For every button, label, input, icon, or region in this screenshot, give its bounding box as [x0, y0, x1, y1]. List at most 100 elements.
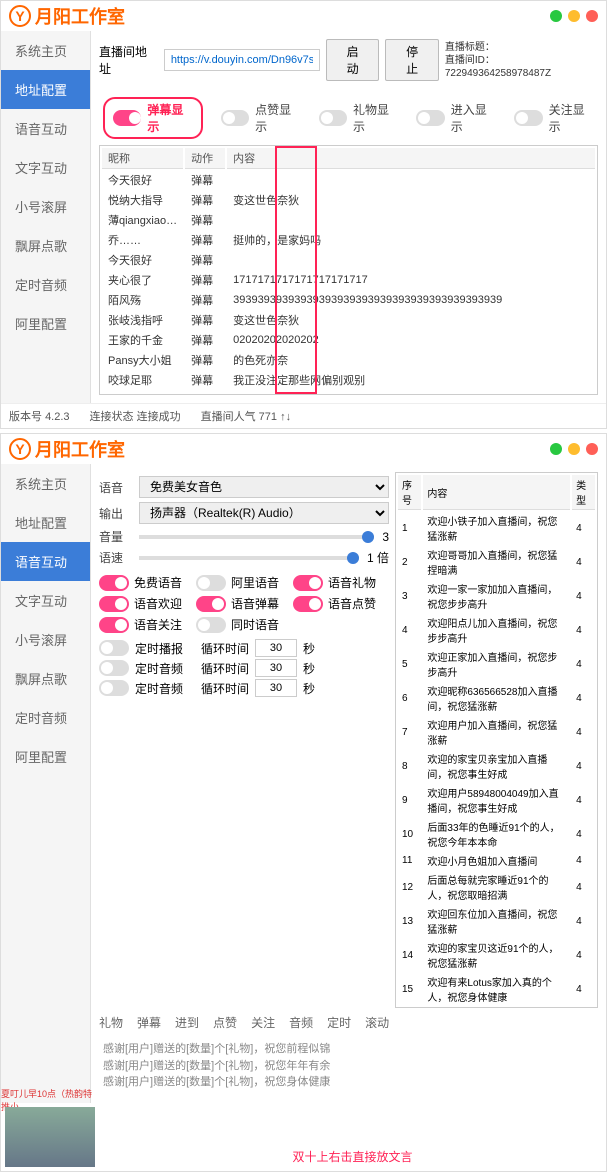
toggle-icon[interactable] — [99, 640, 129, 656]
window-danmu: Y 月阳工作室 系统主页地址配置语音互动文字互动小号滚屏飘屏点歌定时音频阿里配置… — [0, 0, 607, 429]
sub-tab[interactable]: 滚动 — [365, 1014, 389, 1031]
toggle-icon[interactable] — [416, 110, 444, 126]
sidebar-item[interactable]: 文字互动 — [1, 148, 90, 187]
list-item[interactable]: 10后面33年的色睡近91个的人，祝您今年本本命4 — [398, 818, 595, 850]
minimize-icon[interactable] — [550, 443, 562, 455]
voice-option[interactable]: 语音关注 — [99, 616, 182, 633]
status-bar: 版本号 4.2.3 连接状态 连接成功 直播间人气 771 ↑↓ — [1, 403, 606, 428]
list-item[interactable]: 11欢迎小月色姐加入直播间4 — [398, 852, 595, 869]
voice-select[interactable]: 免费美女音色 — [139, 476, 389, 498]
toggle-icon[interactable] — [99, 680, 129, 696]
sidebar-item[interactable]: 系统主页 — [1, 464, 90, 503]
sidebar-item[interactable]: 定时音频 — [1, 698, 90, 737]
table-row[interactable]: 王家的千金弹幕02020202020202 — [102, 331, 595, 349]
voice-option[interactable]: 语音礼物 — [293, 574, 376, 591]
url-input[interactable] — [164, 49, 320, 71]
sidebar-item[interactable]: 飘屏点歌 — [1, 659, 90, 698]
sidebar-item[interactable]: 小号滚屏 — [1, 187, 90, 226]
close-icon[interactable] — [586, 443, 598, 455]
table-row[interactable]: 陌风殇弹幕39393939393939393939393939393939393… — [102, 291, 595, 309]
sub-tab[interactable]: 礼物 — [99, 1014, 123, 1031]
sub-tab[interactable]: 进到 — [175, 1014, 199, 1031]
sub-tab[interactable]: 点赞 — [213, 1014, 237, 1031]
display-tab[interactable]: 点赞显示 — [221, 101, 301, 135]
interval-input[interactable] — [255, 639, 297, 657]
sidebar-item[interactable]: 阿里配置 — [1, 737, 90, 776]
sidebar-item[interactable]: 语音互动 — [1, 109, 90, 148]
list-item[interactable]: 7欢迎用户加入直播间，祝您猛涨薪4 — [398, 716, 595, 748]
sidebar-item[interactable]: 系统主页 — [1, 31, 90, 70]
list-item[interactable]: 9欢迎用户58948004049加入直播间，祝您事生好成4 — [398, 784, 595, 816]
table-row[interactable]: Pansy大小姐弹幕的色死亦奈 — [102, 351, 595, 369]
voice-option[interactable]: 语音欢迎 — [99, 595, 182, 612]
toggle-icon[interactable] — [196, 596, 226, 612]
toggle-icon[interactable] — [221, 110, 249, 126]
sidebar-item[interactable]: 定时音频 — [1, 265, 90, 304]
sub-tab[interactable]: 关注 — [251, 1014, 275, 1031]
sidebar-item[interactable]: 语音互动 — [1, 542, 90, 581]
sidebar-item[interactable]: 地址配置 — [1, 70, 90, 109]
list-item[interactable]: 4欢迎阳点儿加入直播间，祝您步步高升4 — [398, 614, 595, 646]
preview-thumbnail[interactable] — [5, 1107, 95, 1167]
stop-button[interactable]: 停止 — [385, 39, 439, 81]
toggle-icon[interactable] — [99, 660, 129, 676]
sidebar-item[interactable]: 阿里配置 — [1, 304, 90, 343]
toggle-icon[interactable] — [196, 617, 226, 633]
speed-slider[interactable] — [139, 556, 359, 560]
sidebar-item[interactable]: 飘屏点歌 — [1, 226, 90, 265]
display-tab[interactable]: 礼物显示 — [319, 101, 399, 135]
display-tab[interactable]: 进入显示 — [416, 101, 496, 135]
table-row[interactable]: 乔……弹幕说不听 — [102, 391, 595, 395]
sub-tab[interactable]: 弹幕 — [137, 1014, 161, 1031]
table-row[interactable]: 张岐浅指呼弹幕变这世色奈狄 — [102, 311, 595, 329]
start-button[interactable]: 启动 — [326, 39, 380, 81]
minimize-icon[interactable] — [550, 10, 562, 22]
close-icon[interactable] — [586, 10, 598, 22]
voice-option[interactable]: 阿里语音 — [196, 574, 279, 591]
list-item[interactable]: 13欢迎回东位加入直播间，祝您猛涨薪4 — [398, 905, 595, 937]
sidebar-item[interactable]: 小号滚屏 — [1, 620, 90, 659]
list-item[interactable]: 6欢迎昵称636566528加入直播间，祝您猛涨薪4 — [398, 682, 595, 714]
toggle-icon[interactable] — [319, 110, 347, 126]
toggle-icon[interactable] — [99, 596, 129, 612]
list-item[interactable]: 5欢迎正家加入直播间，祝您步步高升4 — [398, 648, 595, 680]
table-row[interactable]: 悦纳大指导弹幕变这世色奈狄 — [102, 191, 595, 209]
table-row[interactable]: 薄qiangxiao…弹幕 — [102, 211, 595, 229]
voice-option[interactable]: 免费语音 — [99, 574, 182, 591]
sidebar-item[interactable]: 文字互动 — [1, 581, 90, 620]
toggle-icon[interactable] — [99, 575, 129, 591]
list-item[interactable]: 12后面总每就完家睡近91个的人，祝您取暗招满4 — [398, 871, 595, 903]
maximize-icon[interactable] — [568, 443, 580, 455]
table-row[interactable]: 今天很好弹幕 — [102, 251, 595, 269]
toggle-icon[interactable] — [113, 110, 141, 126]
table-row[interactable]: 今天很好弹幕 — [102, 171, 595, 189]
toggle-icon[interactable] — [514, 110, 542, 126]
interval-input[interactable] — [255, 679, 297, 697]
maximize-icon[interactable] — [568, 10, 580, 22]
table-row[interactable]: 夹心很了弹幕1717171717171717171717 — [102, 271, 595, 289]
sidebar-item[interactable]: 地址配置 — [1, 503, 90, 542]
voice-option[interactable]: 语音点赞 — [293, 595, 376, 612]
voice-option[interactable]: 语音弹幕 — [196, 595, 279, 612]
list-item[interactable]: 14欢迎的家宝贝这近91个的人，祝您猛涨薪4 — [398, 939, 595, 971]
output-select[interactable]: 扬声器（Realtek(R) Audio） — [139, 502, 389, 524]
voice-option[interactable]: 同时语音 — [196, 616, 279, 633]
table-row[interactable]: 乔……弹幕挺帅的，是家妈吗 — [102, 231, 595, 249]
toggle-icon[interactable] — [99, 617, 129, 633]
toggle-icon[interactable] — [293, 596, 323, 612]
sub-tab[interactable]: 音频 — [289, 1014, 313, 1031]
toggle-icon[interactable] — [293, 575, 323, 591]
table-row[interactable]: 咬球足耶弹幕我正没注定那些网偏别观别 — [102, 371, 595, 389]
interval-input[interactable] — [255, 659, 297, 677]
volume-slider[interactable] — [139, 535, 374, 539]
list-item[interactable]: 15欢迎有来Lotus家加入真的个人，祝您身体健康4 — [398, 973, 595, 1005]
list-item[interactable]: 3欢迎一家一家加加入直播间，祝您步步高升4 — [398, 580, 595, 612]
display-tab[interactable]: 关注显示 — [514, 101, 594, 135]
thanks-line: 感谢[用户]赠送的[数量]个[礼物]，祝您年年有余 — [103, 1058, 594, 1075]
toggle-icon[interactable] — [196, 575, 226, 591]
sub-tab[interactable]: 定时 — [327, 1014, 351, 1031]
display-tab[interactable]: 弹幕显示 — [103, 97, 203, 139]
list-item[interactable]: 1欢迎小铁子加入直播间，祝您猛涨薪4 — [398, 512, 595, 544]
list-item[interactable]: 2欢迎哥哥加入直播间，祝您猛捏暗满4 — [398, 546, 595, 578]
list-item[interactable]: 8欢迎的家宝贝亲宝加入直播间，祝您事生好成4 — [398, 750, 595, 782]
